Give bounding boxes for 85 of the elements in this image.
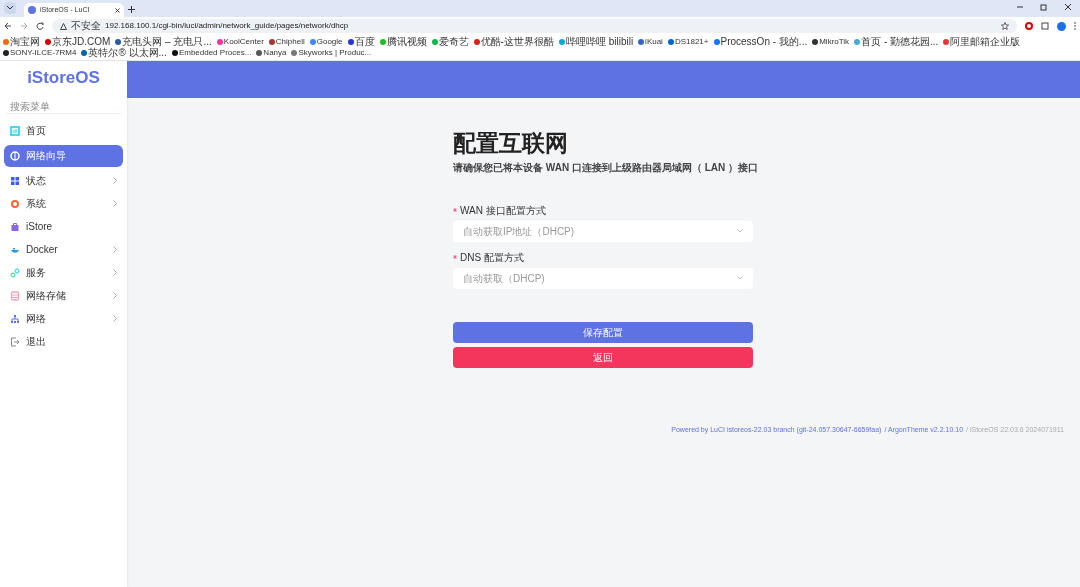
close-icon[interactable] bbox=[115, 7, 120, 13]
plus-icon[interactable] bbox=[128, 6, 135, 13]
grid-icon bbox=[10, 175, 20, 186]
bookmark[interactable]: 阿里邮箱企业版 bbox=[943, 37, 1021, 47]
bookmark-icon bbox=[473, 39, 480, 45]
bookmark[interactable]: 优酷-这世界很酷 bbox=[473, 37, 554, 47]
bookmark[interactable]: 哔哩哔哩 bilibili bbox=[558, 37, 634, 47]
minimize-icon[interactable] bbox=[1016, 3, 1024, 11]
puzzle-icon[interactable] bbox=[1041, 22, 1049, 30]
bookmark-icon bbox=[854, 39, 861, 45]
url-text: 192.168.100.1/cgi-bin/luci/admin/network_guide/pages/network/dhcp bbox=[105, 20, 350, 32]
bookmark-icon bbox=[558, 39, 565, 45]
star-icon[interactable] bbox=[1001, 22, 1009, 30]
dashboard-icon bbox=[10, 125, 20, 136]
link-icon bbox=[10, 267, 20, 278]
security-label: 不安全 bbox=[71, 21, 101, 31]
page-title: 配置互联网 bbox=[453, 129, 569, 158]
logo[interactable]: iStoreOS bbox=[0, 65, 127, 91]
back-icon[interactable] bbox=[4, 22, 12, 30]
bookmark[interactable]: 爱奇艺 bbox=[431, 37, 469, 47]
bookmark[interactable]: Skyworks | Produc... bbox=[291, 49, 372, 57]
bookmark-icon bbox=[667, 39, 674, 45]
bookmark[interactable]: 京东JD.COM bbox=[45, 37, 111, 47]
gear-icon bbox=[10, 198, 20, 209]
tree-icon bbox=[10, 313, 20, 324]
sidebar-item[interactable]: 状态 bbox=[4, 171, 123, 190]
close-icon[interactable] bbox=[1064, 3, 1072, 11]
bookmark[interactable]: Google bbox=[309, 38, 343, 46]
storage-icon bbox=[10, 290, 20, 301]
bookmark[interactable]: 充电头网 – 充电只... bbox=[115, 37, 212, 47]
bookmark-icon bbox=[291, 50, 298, 56]
bookmark-icon bbox=[171, 50, 178, 56]
reload-icon[interactable] bbox=[36, 22, 44, 30]
bookmark[interactable]: MikroTik bbox=[812, 38, 850, 46]
restore-icon[interactable] bbox=[1040, 3, 1048, 11]
bookmark-icon bbox=[81, 50, 88, 56]
bookmark[interactable]: SONY-ILCE-7RM4 bbox=[3, 49, 77, 57]
sidebar-item[interactable]: 首页 bbox=[4, 121, 123, 140]
bookmark-icon bbox=[115, 39, 122, 45]
profile-icon[interactable] bbox=[1057, 21, 1066, 31]
bookmark-icon bbox=[347, 39, 354, 45]
extension-icon[interactable] bbox=[1025, 22, 1033, 30]
bookmark-icon bbox=[45, 39, 51, 45]
favicon-icon bbox=[28, 6, 36, 14]
back-button[interactable]: 返回 bbox=[453, 346, 753, 368]
bookmark[interactable]: 腾讯视频 bbox=[379, 37, 427, 47]
bookmark[interactable]: 百度 bbox=[347, 37, 375, 47]
bookmark[interactable]: 英特尔® 以太网... bbox=[81, 48, 167, 58]
bookmark-icon bbox=[431, 39, 438, 45]
sidebar-item[interactable]: 网络向导 bbox=[4, 144, 123, 167]
bookmark-icon bbox=[638, 39, 645, 45]
save-button[interactable]: 保存配置 bbox=[453, 321, 753, 343]
sidebar-item[interactable]: 服务 bbox=[4, 263, 123, 282]
bookmark-icon bbox=[812, 39, 819, 45]
sidebar-item[interactable]: 退出 bbox=[4, 332, 123, 351]
bookmark[interactable]: Chiphell bbox=[268, 38, 305, 46]
bookmark[interactable]: Nanya bbox=[256, 49, 287, 57]
bookmark[interactable]: 淘宝网 bbox=[3, 37, 40, 47]
bookmark-icon bbox=[379, 39, 386, 45]
bookmark-icon bbox=[713, 39, 720, 45]
warning-icon bbox=[60, 22, 67, 30]
sidebar-item[interactable]: iStore bbox=[4, 217, 123, 236]
bookmark[interactable]: iKuai bbox=[638, 38, 663, 46]
logout-icon bbox=[10, 336, 20, 347]
bag-icon bbox=[10, 221, 20, 232]
bookmark[interactable]: Embedded Proces... bbox=[171, 49, 252, 57]
field-label: WAN 接口配置方式 bbox=[460, 203, 546, 218]
bookmark[interactable]: 首页 - 勤德花园... bbox=[854, 37, 939, 47]
bookmark-icon bbox=[943, 39, 950, 45]
sidebar-item[interactable]: 网络 bbox=[4, 309, 123, 328]
chevron-down-icon bbox=[737, 229, 743, 234]
bookmark-icon bbox=[216, 39, 223, 45]
bookmark[interactable]: ProcessOn - 我的... bbox=[713, 37, 808, 47]
tab-list-icon[interactable] bbox=[4, 2, 16, 14]
bookmark[interactable]: KoolCenter bbox=[216, 38, 264, 46]
sidebar-item[interactable]: 网络存储 bbox=[4, 286, 123, 305]
address-bar[interactable]: 不安全 192.168.100.1/cgi-bin/luci/admin/network_guide/pages/network/dhcp bbox=[52, 19, 1017, 33]
bookmark[interactable]: DS1821+ bbox=[667, 38, 709, 46]
chevron-down-icon bbox=[737, 276, 743, 281]
sidebar-item[interactable]: 系统 bbox=[4, 194, 123, 213]
bookmark-icon bbox=[309, 39, 316, 45]
search-field[interactable]: 搜索菜单 bbox=[6, 99, 121, 114]
field-label: DNS 配置方式 bbox=[460, 250, 524, 265]
sidebar-item[interactable]: Docker bbox=[4, 240, 123, 259]
globe-icon bbox=[10, 150, 20, 161]
